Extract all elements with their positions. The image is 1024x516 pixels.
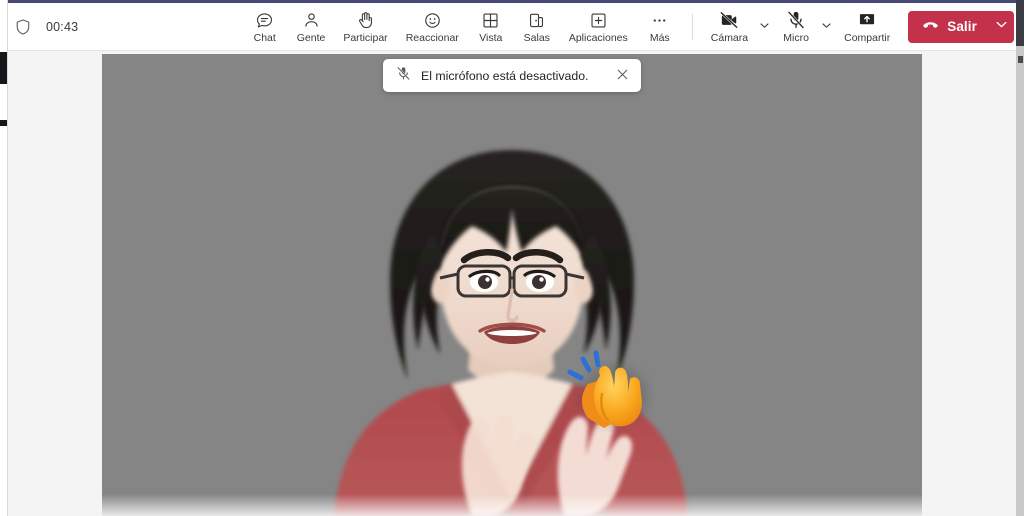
- toolbar-button-view[interactable]: Vista: [469, 7, 513, 46]
- meeting-stage: [8, 51, 1016, 516]
- microphone-off-icon: [395, 65, 412, 87]
- hangup-phone-icon: [921, 15, 940, 39]
- toolbar-label-camera: Cámara: [710, 32, 749, 44]
- hangup-options-chevron[interactable]: [988, 11, 1014, 43]
- people-icon: [301, 9, 322, 31]
- meeting-toolbar: 00:43 Chat Gente Participar Reaccionar V…: [0, 0, 1024, 51]
- camera-control-group: Cámara: [703, 7, 772, 46]
- toolbar-button-rooms[interactable]: Salas: [515, 7, 559, 46]
- teams-meeting-window: 00:43 Chat Gente Participar Reaccionar V…: [0, 0, 1024, 516]
- toolbar-button-raise-hand[interactable]: Participar: [335, 7, 395, 46]
- chevron-down-icon: [759, 19, 770, 34]
- chat-icon: [254, 9, 275, 31]
- grid-view-icon: [480, 9, 501, 31]
- raise-hand-icon: [355, 9, 376, 31]
- toolbar-label-more: Más: [649, 32, 670, 44]
- toolbar-label-view: Vista: [479, 32, 503, 44]
- meeting-timer: 00:43: [46, 19, 79, 34]
- hangup-main-action[interactable]: Salir: [908, 11, 988, 43]
- toolbar-button-microphone[interactable]: Micro: [774, 7, 818, 46]
- microphone-off-icon: [785, 9, 807, 31]
- toolbar-separator: [691, 13, 693, 40]
- breakout-rooms-icon: [526, 9, 547, 31]
- right-edge-tick: [1018, 56, 1023, 63]
- chevron-down-icon: [821, 19, 832, 34]
- mic-muted-toast: El micrófono está desactivado.: [383, 59, 641, 92]
- shield-icon: [14, 18, 32, 36]
- toolbar-label-chat: Chat: [253, 32, 276, 44]
- left-app-rail: [0, 0, 8, 516]
- hangup-label: Salir: [947, 19, 977, 34]
- toolbar-button-share[interactable]: Compartir: [836, 7, 898, 46]
- toolbar-button-reactions[interactable]: Reaccionar: [398, 7, 467, 46]
- camera-off-icon: [718, 9, 740, 31]
- toolbar-button-camera[interactable]: Cámara: [703, 7, 756, 46]
- chevron-down-icon: [995, 18, 1008, 36]
- toolbar-center-group: Chat Gente Participar Reaccionar Vista S…: [243, 7, 899, 46]
- camera-options-chevron[interactable]: [756, 9, 772, 43]
- toolbar-label-share: Compartir: [844, 32, 891, 44]
- right-edge-scrollbar[interactable]: [1016, 46, 1024, 516]
- toolbar-label-microphone: Micro: [783, 32, 809, 44]
- avatar-illustration: [102, 54, 922, 516]
- microphone-control-group: Micro: [774, 7, 834, 46]
- toolbar-label-rooms: Salas: [523, 32, 550, 44]
- toolbar-button-chat[interactable]: Chat: [243, 7, 287, 46]
- rail-chip-top: [0, 52, 7, 84]
- toolbar-label-people: Gente: [296, 32, 326, 44]
- toolbar-right-group: Salir: [898, 10, 1024, 43]
- toolbar-button-people[interactable]: Gente: [289, 7, 334, 46]
- toast-message: El micrófono está desactivado.: [421, 68, 589, 83]
- avatar-video-tile[interactable]: [102, 54, 922, 516]
- hangup-button[interactable]: Salir: [908, 10, 1014, 43]
- smiley-reaction-icon: [422, 9, 443, 31]
- toolbar-label-reactions: Reaccionar: [405, 32, 459, 44]
- microphone-options-chevron[interactable]: [818, 9, 834, 43]
- toolbar-label-apps: Aplicaciones: [568, 32, 628, 44]
- toolbar-left-group: 00:43: [0, 18, 243, 36]
- toolbar-button-apps[interactable]: Aplicaciones: [561, 7, 636, 46]
- more-ellipsis-icon: [649, 9, 670, 31]
- close-x-icon: [616, 68, 629, 84]
- toast-close-button[interactable]: [609, 63, 635, 89]
- rail-chip-bottom: [0, 120, 7, 126]
- toolbar-button-more[interactable]: Más: [638, 7, 682, 46]
- apps-plus-icon: [588, 9, 609, 31]
- share-screen-icon: [856, 9, 878, 31]
- toolbar-label-raise-hand: Participar: [343, 32, 388, 44]
